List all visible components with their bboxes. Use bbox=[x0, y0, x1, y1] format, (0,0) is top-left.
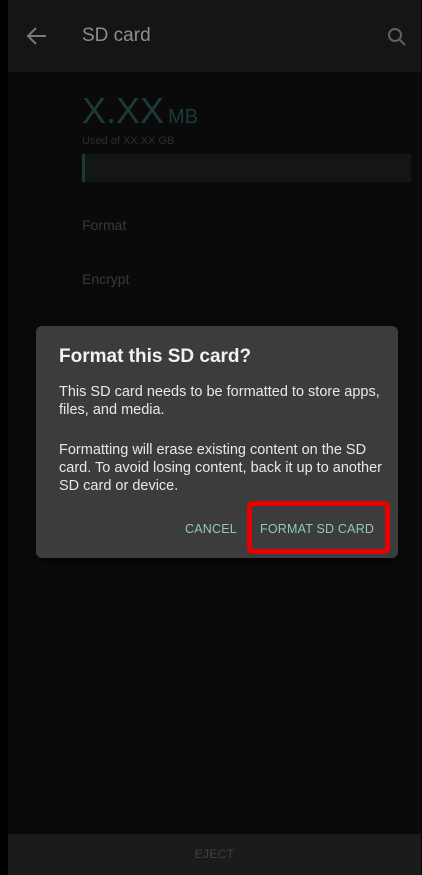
sd-card-screen: SD card X.XX MB Used of XX.XX GB Format E… bbox=[8, 0, 421, 875]
storage-used-value: X.XX bbox=[82, 90, 165, 131]
storage-usage-fill bbox=[82, 154, 85, 182]
arrow-left-icon[interactable] bbox=[26, 26, 48, 46]
encrypt-menu-item[interactable]: Encrypt bbox=[82, 271, 129, 287]
format-sd-card-button[interactable]: FORMAT SD CARD bbox=[260, 522, 374, 536]
dialog-message-1: This SD card needs to be formatted to st… bbox=[59, 384, 380, 418]
eject-button[interactable]: EJECT bbox=[8, 847, 421, 861]
app-bar: SD card bbox=[8, 0, 421, 72]
page-title: SD card bbox=[82, 25, 151, 46]
storage-unit: MB bbox=[168, 106, 199, 128]
dialog-message-2: Formatting will erase existing content o… bbox=[59, 442, 382, 494]
format-dialog: Format this SD card? This SD card needs … bbox=[36, 326, 398, 558]
cancel-button[interactable]: CANCEL bbox=[185, 522, 237, 536]
search-icon[interactable] bbox=[387, 27, 407, 47]
eject-bar[interactable]: EJECT bbox=[8, 834, 421, 875]
dialog-title: Format this SD card? bbox=[59, 346, 252, 367]
format-menu-item[interactable]: Format bbox=[82, 217, 126, 233]
storage-used-of: Used of XX.XX GB bbox=[82, 135, 175, 147]
storage-usage-bar bbox=[82, 154, 411, 182]
storage-used-size: X.XX MB bbox=[82, 90, 198, 132]
